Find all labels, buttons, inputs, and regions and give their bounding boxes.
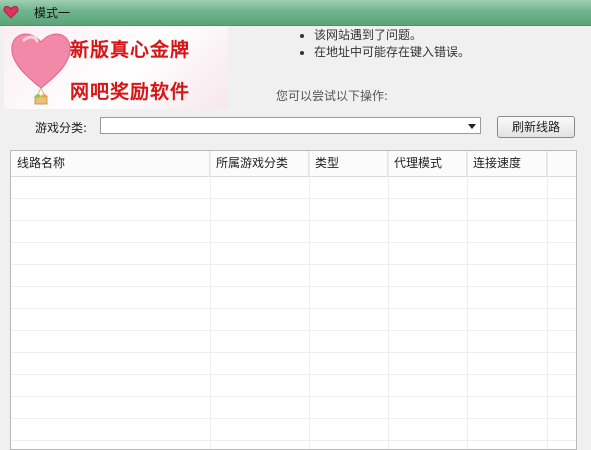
table-header: 线路名称 所属游戏分类 类型 代理模式 连接速度 <box>11 151 576 177</box>
column-divider <box>309 151 310 449</box>
bullet-icon <box>300 51 304 55</box>
route-table[interactable]: 线路名称 所属游戏分类 类型 代理模式 连接速度 <box>10 150 577 450</box>
column-divider <box>388 151 389 449</box>
game-category-select[interactable] <box>100 117 481 134</box>
banner-line-1: 新版真心金牌 <box>70 39 191 61</box>
banner-line-2: 网吧奖励软件 <box>70 81 191 103</box>
column-divider <box>210 151 211 449</box>
column-header-proxy-mode[interactable]: 代理模式 <box>388 151 467 176</box>
title-bar[interactable]: 模式一 <box>0 0 591 26</box>
error-suggestion-list: 该网站遇到了问题。 在地址中可能存在键入错误。 <box>298 27 470 61</box>
table-body[interactable] <box>11 177 576 449</box>
column-divider <box>547 151 548 449</box>
bullet-icon <box>300 34 304 38</box>
column-header-route-name[interactable]: 线路名称 <box>11 151 210 176</box>
try-actions-text: 您可以尝试以下操作: <box>276 89 389 103</box>
column-header-connection-speed[interactable]: 连接速度 <box>467 151 547 176</box>
window-title: 模式一 <box>34 6 71 20</box>
column-header-game-category[interactable]: 所属游戏分类 <box>210 151 309 176</box>
refresh-routes-button[interactable]: 刷新线路 <box>497 116 575 138</box>
game-category-label: 游戏分类: <box>35 121 88 135</box>
banner-logo: 新版真心金牌 网吧奖励软件 <box>4 26 228 109</box>
heart-icon <box>3 6 19 19</box>
chevron-down-icon[interactable] <box>468 124 476 129</box>
error-item: 在地址中可能存在键入错误。 <box>298 44 470 61</box>
column-header-type[interactable]: 类型 <box>309 151 388 176</box>
error-item: 该网站遇到了问题。 <box>298 27 470 44</box>
column-divider <box>467 151 468 449</box>
